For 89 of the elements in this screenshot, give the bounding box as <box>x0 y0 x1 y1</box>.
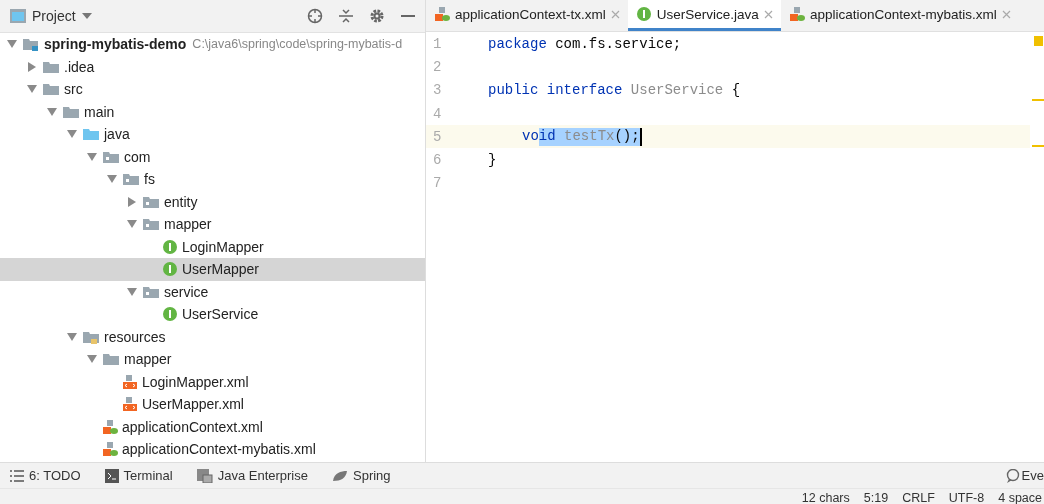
editor-tab[interactable]: applicationContext-tx.xml <box>426 0 628 31</box>
tree-row[interactable]: UserService <box>0 303 425 326</box>
status-item[interactable]: 4 space <box>998 490 1042 504</box>
xml-file-icon <box>122 373 138 390</box>
line-number: 2 <box>432 58 443 75</box>
close-icon[interactable] <box>763 9 773 19</box>
close-icon[interactable] <box>1001 9 1011 19</box>
interface-icon <box>162 261 178 278</box>
spring-xml-icon <box>434 6 450 22</box>
tree-row[interactable]: resources <box>0 325 425 348</box>
status-item[interactable]: UTF-8 <box>948 490 985 504</box>
expanded-arrow-icon <box>87 152 97 161</box>
minimize-icon[interactable] <box>401 14 415 18</box>
tree-row[interactable]: com <box>0 145 425 168</box>
code-line: void testTx(); <box>521 127 642 146</box>
list-icon <box>10 469 24 482</box>
expanded-arrow-icon <box>67 130 77 139</box>
expanded-arrow-icon <box>107 175 117 184</box>
tree-row[interactable]: UserMapper <box>0 258 425 281</box>
line-number: 5 <box>432 128 443 145</box>
spring-xml-icon <box>102 418 118 435</box>
terminal-icon <box>104 468 119 483</box>
locate-icon[interactable] <box>307 8 323 24</box>
interface-icon <box>162 306 178 323</box>
line-number: 6 <box>432 152 443 169</box>
status-item[interactable]: 5:19 <box>863 490 889 504</box>
editor-tab[interactable]: UserService.java <box>627 0 781 31</box>
tree-row[interactable]: LoginMapper.xml <box>0 370 425 393</box>
tree-row[interactable]: entity <box>0 190 425 213</box>
tool-window-button[interactable]: Spring <box>332 468 391 483</box>
expanded-arrow-icon <box>47 107 57 116</box>
expanded-arrow-icon <box>67 332 77 341</box>
module-folder-icon <box>22 36 40 53</box>
expanded-arrow-icon <box>7 40 17 49</box>
status-item[interactable]: CRLF <box>902 490 935 504</box>
spring-xml-icon <box>102 441 118 458</box>
collapse-all-icon[interactable] <box>339 8 353 24</box>
tree-row[interactable]: mapper <box>0 348 425 371</box>
tree-row[interactable]: service <box>0 280 425 303</box>
interface-icon <box>162 238 178 255</box>
tree-row[interactable]: UserMapper.xml <box>0 393 425 416</box>
tool-window-button[interactable]: Java Enterprise <box>196 468 308 483</box>
tool-window-button[interactable]: 6: TODO <box>10 468 81 483</box>
spring-xml-icon <box>788 6 805 22</box>
code-line: package com.fs.service; <box>487 35 682 52</box>
package-icon <box>142 216 160 233</box>
line-number: 1 <box>432 35 443 52</box>
close-icon[interactable] <box>610 9 620 19</box>
settings-icon[interactable] <box>369 8 385 24</box>
xml-file-icon <box>122 396 138 413</box>
collapsed-arrow-icon <box>128 196 136 207</box>
panel-title[interactable]: Project <box>32 8 76 24</box>
folder-icon <box>42 81 60 98</box>
tree-row[interactable]: src <box>0 78 425 101</box>
code-line: } <box>487 152 497 169</box>
tool-window-button[interactable]: Terminal <box>104 468 173 483</box>
package-icon <box>122 171 140 188</box>
status-item[interactable]: 12 chars <box>801 490 850 504</box>
editor-tab[interactable]: applicationContext-mybatis.xml <box>780 0 1019 31</box>
dropdown-caret-icon[interactable] <box>81 13 92 19</box>
warning-marker[interactable] <box>1032 99 1044 101</box>
folder-icon <box>102 351 120 368</box>
event-log-button[interactable]: Eve <box>1021 468 1044 483</box>
expanded-arrow-icon <box>127 220 137 229</box>
tree-row[interactable]: fs <box>0 168 425 191</box>
warning-marker[interactable] <box>1032 145 1044 147</box>
leaf-icon <box>332 469 348 482</box>
tree-row[interactable]: java <box>0 123 425 146</box>
tree-row[interactable]: applicationContext-mybatis.xml <box>0 438 425 461</box>
project-path: C:\java6\spring\code\spring-mybatis-d <box>192 37 403 52</box>
folder-icon <box>82 126 100 143</box>
expanded-arrow-icon <box>127 287 137 296</box>
tree-row[interactable]: spring-mybatis-demo C:\java6\spring\code\spring-mybatis-d <box>0 33 425 56</box>
tree-row[interactable]: LoginMapper <box>0 235 425 258</box>
expanded-arrow-icon <box>87 355 97 364</box>
enterprise-icon <box>196 468 213 483</box>
window-icon <box>10 9 26 23</box>
tree-row[interactable]: applicationContext.xml <box>0 415 425 438</box>
speech-bubble-icon <box>1005 468 1020 483</box>
code-line: public interface UserService { <box>487 82 741 99</box>
line-number: 7 <box>432 175 443 192</box>
tree-row[interactable]: main <box>0 100 425 123</box>
line-number: 3 <box>432 82 443 99</box>
collapsed-arrow-icon <box>28 61 36 72</box>
tree-row[interactable]: .idea <box>0 55 425 78</box>
line-number: 4 <box>432 105 443 122</box>
tree-row[interactable]: mapper <box>0 213 425 236</box>
expanded-arrow-icon <box>27 85 37 94</box>
interface-icon <box>635 6 652 22</box>
